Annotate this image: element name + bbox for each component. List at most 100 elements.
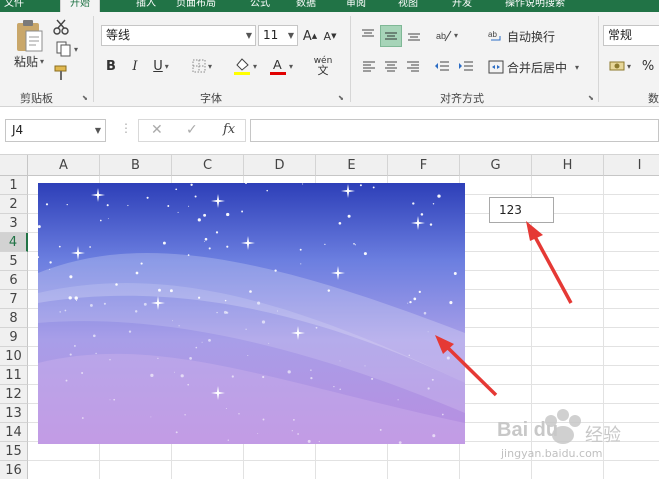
align-middle-button[interactable] [380, 25, 402, 47]
group-divider [93, 16, 94, 102]
italic-button[interactable]: I [126, 56, 144, 76]
clipboard-icon [17, 20, 43, 52]
borders-button[interactable]: ▾ [188, 56, 216, 76]
decrease-indent-icon [435, 61, 449, 71]
watermark-brand: Bai du [497, 419, 559, 441]
percent-button[interactable]: % [640, 56, 656, 76]
font-size-combo[interactable]: 11 ▼ [258, 25, 298, 46]
accounting-format-button[interactable]: ▾ [604, 56, 636, 76]
clipboard-launcher-icon[interactable]: ⬊ [82, 94, 90, 102]
enter-icon[interactable]: ✓ [186, 122, 198, 138]
font-group-label: 字体 [200, 92, 222, 105]
orientation-button[interactable]: ab ▾ [432, 25, 462, 45]
font-color-icon: A [269, 57, 286, 75]
arrow-to-textbox [526, 221, 573, 304]
increase-indent-icon [459, 61, 473, 71]
paste-text: 粘贴 [13, 54, 38, 69]
tell-me-search[interactable]: 操作说明搜索 [505, 0, 615, 12]
shrink-font-icon: A [323, 29, 332, 43]
font-launcher-icon[interactable]: ⬊ [338, 94, 346, 102]
svg-text:ab: ab [436, 31, 446, 41]
formula-buttons: ✕ ✓ fx [138, 119, 246, 142]
align-left-button[interactable] [360, 56, 378, 76]
insert-function-icon[interactable]: fx [223, 122, 235, 137]
currency-icon [609, 61, 625, 71]
group-divider [598, 16, 599, 102]
paint-bucket-icon [233, 58, 250, 75]
font-color-button[interactable]: A ▾ [266, 54, 296, 78]
chevron-down-icon: ▼ [245, 31, 252, 40]
cancel-icon[interactable]: ✕ [151, 122, 163, 138]
font-size-value: 11 [263, 28, 279, 42]
copy-icon [56, 41, 71, 57]
align-bottom-icon [408, 33, 420, 41]
align-bottom-button[interactable] [404, 25, 424, 45]
number-format-value: 常规 [608, 28, 633, 42]
wrap-text-button[interactable]: ab 自动换行 [488, 25, 560, 47]
ribbon-tab-strip: 文件 开始 插入 页面布局 公式 数据 审阅 视图 开发 操作说明搜索 [0, 0, 659, 12]
merge-center-label: 合并后居中 [507, 60, 568, 75]
align-top-icon [362, 29, 374, 37]
tab-home[interactable]: 开始 [60, 0, 100, 12]
format-painter-button[interactable] [52, 64, 70, 82]
underline-button[interactable]: U ▾ [148, 56, 174, 76]
arrow-to-picture [435, 335, 498, 397]
align-center-icon [385, 61, 397, 72]
align-top-button[interactable] [358, 25, 378, 45]
format-painter-icon [54, 65, 67, 80]
grow-font-button[interactable]: A ▲ [302, 26, 318, 46]
watermark-label: 经验 [585, 425, 621, 446]
formula-bar-grip-icon[interactable]: ⋮ [120, 121, 132, 135]
name-box[interactable]: J4 ▼ [5, 119, 106, 142]
alignment-launcher-icon[interactable]: ⬊ [588, 94, 596, 102]
svg-text:A: A [273, 57, 282, 72]
copy-button[interactable]: ▾ [52, 40, 82, 58]
border-icon [192, 59, 206, 73]
svg-text:ab: ab [488, 30, 497, 39]
bold-button[interactable]: B [102, 56, 120, 76]
formula-bar: J4 ▼ ⋮ ✕ ✓ fx [0, 107, 659, 155]
worksheet-grid[interactable]: 16 15 14 13 12 11 10 9 8 7 6 5 4 3 2 1 I H G F E D C B A 123 [0, 155, 659, 479]
grow-font-icon: A [302, 28, 312, 44]
align-middle-icon [385, 32, 397, 40]
alignment-group-label: 对齐方式 [440, 92, 484, 105]
phonetic-button[interactable]: wén 文 [306, 54, 340, 78]
tab-file[interactable]: 文件 [4, 0, 44, 12]
align-right-button[interactable] [404, 56, 422, 76]
align-left-icon [363, 61, 375, 72]
increase-indent-button[interactable] [456, 56, 476, 76]
tab-page-layout[interactable]: 页面布局 [176, 0, 236, 12]
baidu-watermark: Bai du 经验 jingyan.baidu.com [493, 401, 653, 471]
underline-icon: U [153, 58, 163, 74]
ribbon: 粘贴 ▾ ▾ 剪贴板 ⬊ 等线 ▼ 11 ▼ A ▲ A ▼ B I U ▾ ▾… [0, 12, 659, 107]
merge-cells-icon [488, 60, 504, 74]
chevron-down-icon: ▼ [94, 126, 101, 135]
phonetic-char-icon: 文 [317, 64, 329, 77]
tab-formulas[interactable]: 公式 [250, 0, 286, 12]
watermark-url: jingyan.baidu.com [501, 447, 603, 460]
paste-button[interactable] [12, 18, 46, 54]
tab-view[interactable]: 视图 [398, 0, 434, 12]
merge-center-button[interactable]: 合并后居中 ▾ [488, 56, 586, 78]
decrease-indent-button[interactable] [432, 56, 452, 76]
tab-data[interactable]: 数据 [296, 0, 332, 12]
shrink-font-button[interactable]: A ▼ [322, 26, 338, 46]
align-center-button[interactable] [382, 56, 400, 76]
clipboard-group-label: 剪贴板 [20, 92, 53, 105]
wrap-text-label: 自动换行 [507, 29, 556, 44]
name-box-value: J4 [12, 123, 24, 137]
tab-review[interactable]: 审阅 [346, 0, 382, 12]
wrap-text-icon: ab [488, 30, 501, 41]
fill-color-button[interactable]: ▾ [230, 54, 260, 78]
tab-developer[interactable]: 开发 [452, 0, 488, 12]
font-name-combo[interactable]: 等线 ▼ [101, 25, 256, 46]
scissors-icon [53, 19, 69, 35]
chevron-down-icon: ▼ [287, 31, 294, 40]
font-name-value: 等线 [106, 28, 131, 42]
paste-label[interactable]: 粘贴 ▾ [12, 52, 46, 70]
number-format-combo[interactable]: 常规 [603, 25, 659, 46]
tab-insert[interactable]: 插入 [136, 0, 172, 12]
cut-button[interactable] [52, 18, 70, 36]
number-group-label: 数 [648, 92, 659, 105]
formula-input[interactable] [250, 119, 659, 142]
